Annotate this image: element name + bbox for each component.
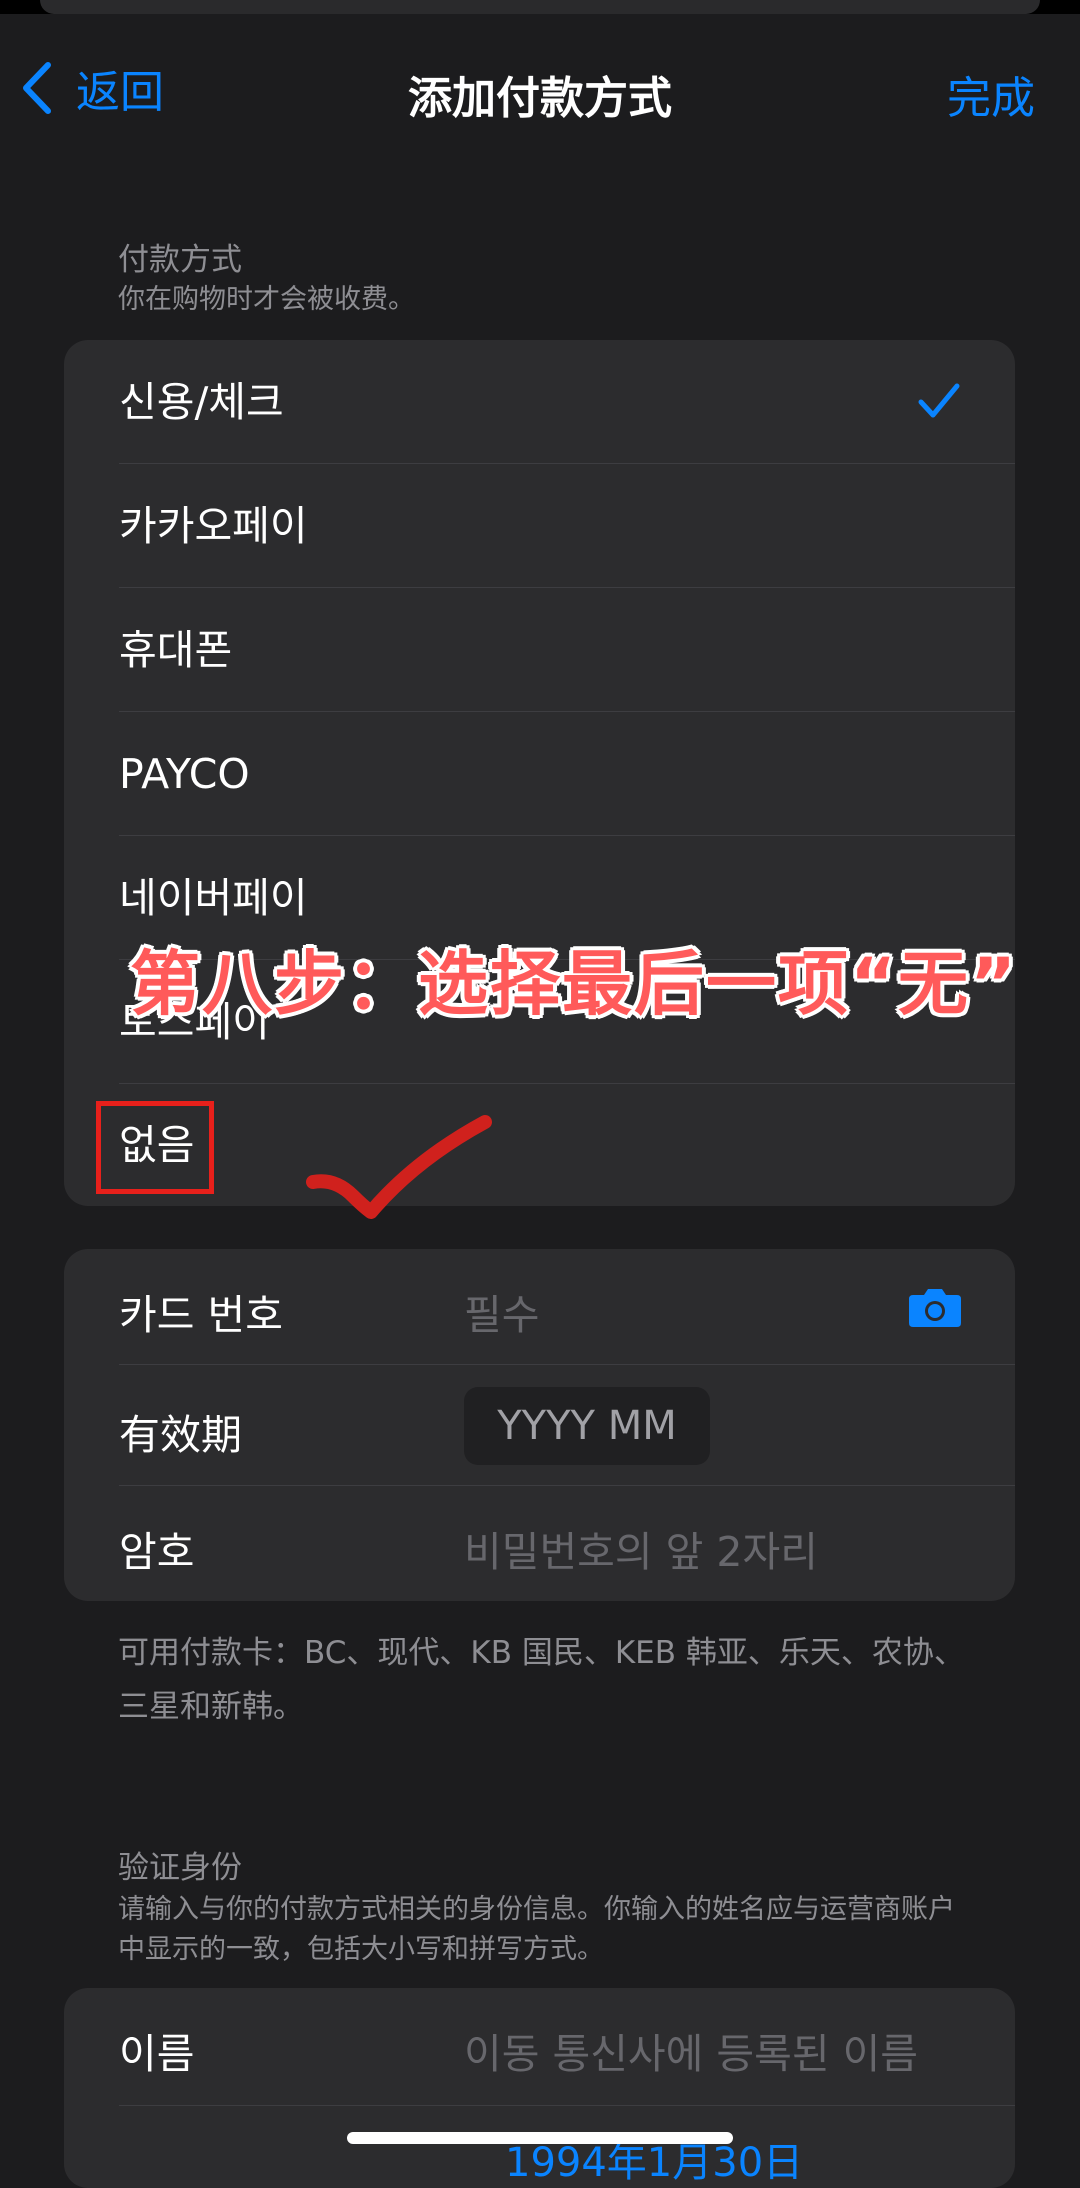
payment-option-credit-check[interactable]: 신용/체크 bbox=[64, 340, 1015, 464]
payment-section-title: 付款方式 bbox=[118, 242, 242, 278]
payment-option-label: PAYCO bbox=[119, 750, 250, 798]
payment-options-list: 신용/체크 카카오페이 휴대폰 PAYCO 네이버페이 토스페이 없음 bbox=[64, 340, 1015, 1206]
row-divider bbox=[119, 2105, 1015, 2106]
camera-icon[interactable] bbox=[907, 1285, 963, 1329]
sheet-behind-edge bbox=[40, 0, 1040, 14]
payment-option-mobile[interactable]: 휴대폰 bbox=[64, 588, 1015, 712]
page-title: 添加付款方式 bbox=[408, 73, 672, 124]
payment-option-kakaopay[interactable]: 카카오페이 bbox=[64, 464, 1015, 588]
payment-option-label: 카카오페이 bbox=[119, 502, 308, 550]
expiry-input[interactable]: YYYY MM bbox=[464, 1387, 710, 1465]
checkmark-icon bbox=[918, 383, 960, 418]
identity-section-subtitle: 请输入与你的付款方式相关的身份信息。你输入的姓名应与运营商账户中显示的一致，包括… bbox=[118, 1894, 955, 1965]
expiry-label: 有效期 bbox=[119, 1411, 242, 1459]
annotation-checkmark-icon bbox=[306, 1115, 492, 1219]
password-label: 암호 bbox=[119, 1528, 195, 1576]
expiry-placeholder: YYYY MM bbox=[497, 1403, 677, 1449]
payment-section-subtitle: 你在购物时才会被收费。 bbox=[118, 284, 415, 315]
card-number-input[interactable]: 필수 bbox=[464, 1281, 539, 1341]
identity-section-title: 验证身份 bbox=[118, 1850, 242, 1886]
payment-option-label: 휴대폰 bbox=[119, 626, 233, 674]
card-number-label: 카드 번호 bbox=[119, 1291, 283, 1339]
name-row[interactable]: 이름 이동 통신사에 등록된 이름 bbox=[64, 1988, 1015, 2106]
name-input[interactable]: 이동 통신사에 등록된 이름 bbox=[464, 2020, 918, 2080]
payment-option-label: 신용/체크 bbox=[119, 378, 284, 426]
password-input[interactable]: 비밀번호의 앞 2자리 bbox=[464, 1518, 818, 1578]
navigation-bar: 返回 添加付款方式 完成 bbox=[0, 40, 1080, 136]
tutorial-instruction: 第八步：选择最后一项“无” bbox=[130, 943, 1019, 1025]
card-number-row[interactable]: 카드 번호 필수 bbox=[64, 1249, 1015, 1365]
sheet-top-edge bbox=[0, 0, 1080, 14]
expiry-row[interactable]: 有效期 YYYY MM bbox=[64, 1365, 1015, 1486]
name-label: 이름 bbox=[119, 2030, 195, 2078]
highlight-box bbox=[96, 1101, 214, 1194]
password-row[interactable]: 암호 비밀번호의 앞 2자리 bbox=[64, 1486, 1015, 1601]
done-button[interactable]: 完成 bbox=[947, 62, 1035, 126]
accepted-cards-note: 可用付款卡：BC、现代、KB 国民、KEB 韩亚、乐天、农协、三星和新韩。 bbox=[118, 1635, 965, 1725]
home-indicator[interactable] bbox=[347, 2132, 733, 2144]
card-form: 카드 번호 필수 有效期 YYYY MM 암호 비밀번호의 앞 2자리 bbox=[64, 1249, 1015, 1601]
payment-option-payco[interactable]: PAYCO bbox=[64, 712, 1015, 836]
